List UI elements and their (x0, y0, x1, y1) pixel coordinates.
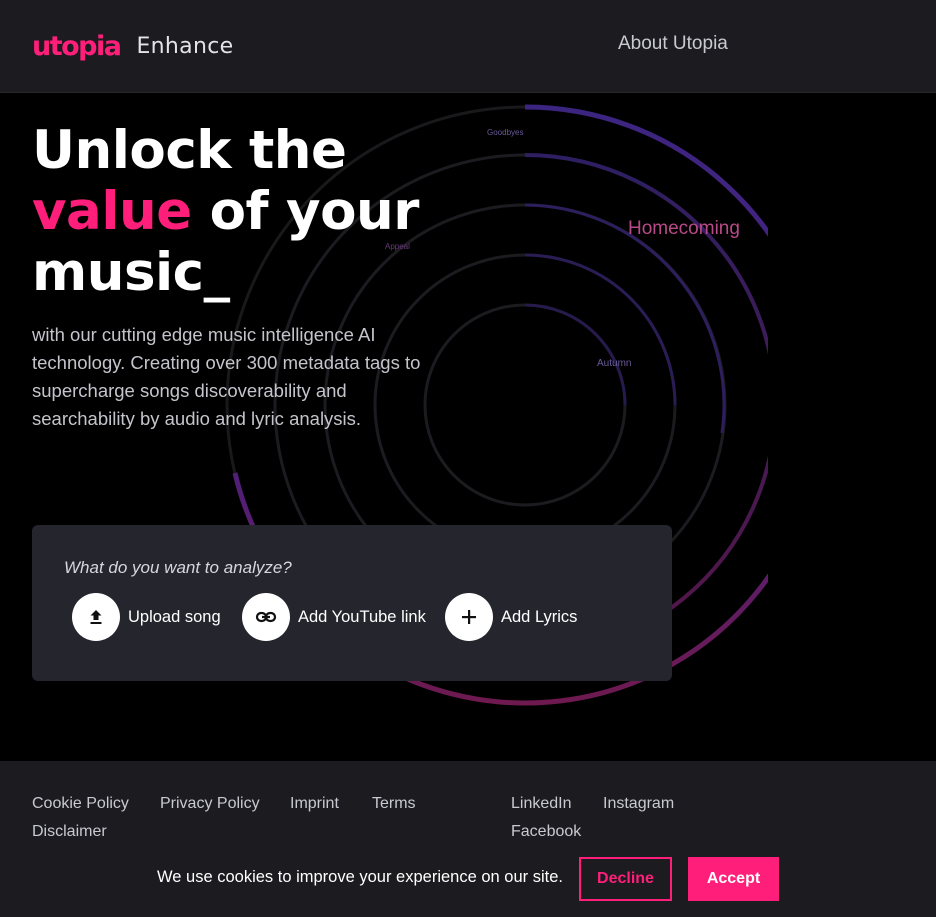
add-lyrics-button[interactable]: Add Lyrics (445, 593, 577, 641)
link-icon (242, 593, 290, 641)
nav-about-utopia[interactable]: About Utopia (618, 33, 728, 55)
utopia-logo[interactable]: utopia Enhance (32, 30, 233, 62)
hero-title-line3: music_ (32, 242, 230, 303)
analyze-card: What do you want to analyze? Upload song… (32, 525, 672, 681)
footer-link-imprint[interactable]: Imprint (290, 795, 339, 813)
footer-link-privacy-policy[interactable]: Privacy Policy (160, 795, 260, 813)
tag-label: Autumn (597, 358, 632, 369)
logo-wordmark: utopia (32, 30, 122, 62)
hero-description: with our cutting edge music intelligence… (32, 324, 421, 429)
plus-icon (445, 593, 493, 641)
tag-label: Goodbyes (487, 128, 524, 137)
hero-title-line1: Unlock the (32, 120, 347, 181)
hero-section: Goodbyes Homecoming Appeal Autumn Unlock… (0, 93, 936, 761)
add-youtube-link-button[interactable]: Add YouTube link (242, 593, 426, 641)
upload-song-label: Upload song (128, 607, 221, 626)
add-youtube-link-label: Add YouTube link (298, 607, 426, 626)
upload-icon (72, 593, 120, 641)
tag-label: Homecoming (628, 218, 740, 239)
upload-song-button[interactable]: Upload song (72, 593, 221, 641)
footer-link-instagram[interactable]: Instagram (603, 795, 674, 813)
footer-link-cookie-policy[interactable]: Cookie Policy (32, 795, 129, 813)
add-lyrics-label: Add Lyrics (501, 607, 578, 626)
cookie-message: We use cookies to improve your experienc… (157, 868, 563, 886)
hero-title: Unlock the value of your music_ (32, 120, 419, 303)
footer-link-disclaimer[interactable]: Disclaimer (32, 823, 107, 841)
site-header: utopia Enhance About Utopia (0, 0, 936, 93)
decline-button[interactable]: Decline (579, 857, 672, 901)
accept-button[interactable]: Accept (688, 857, 779, 901)
analyze-question: What do you want to analyze? (64, 558, 292, 577)
footer-link-facebook[interactable]: Facebook (511, 823, 581, 841)
site-footer: Cookie Policy Privacy Policy Imprint Ter… (0, 761, 936, 917)
footer-link-terms[interactable]: Terms (372, 795, 416, 813)
product-name: Enhance (136, 33, 234, 59)
hero-title-line2: of your (191, 181, 420, 242)
footer-link-linkedin[interactable]: LinkedIn (511, 795, 572, 813)
hero-title-accent: value (32, 181, 192, 242)
